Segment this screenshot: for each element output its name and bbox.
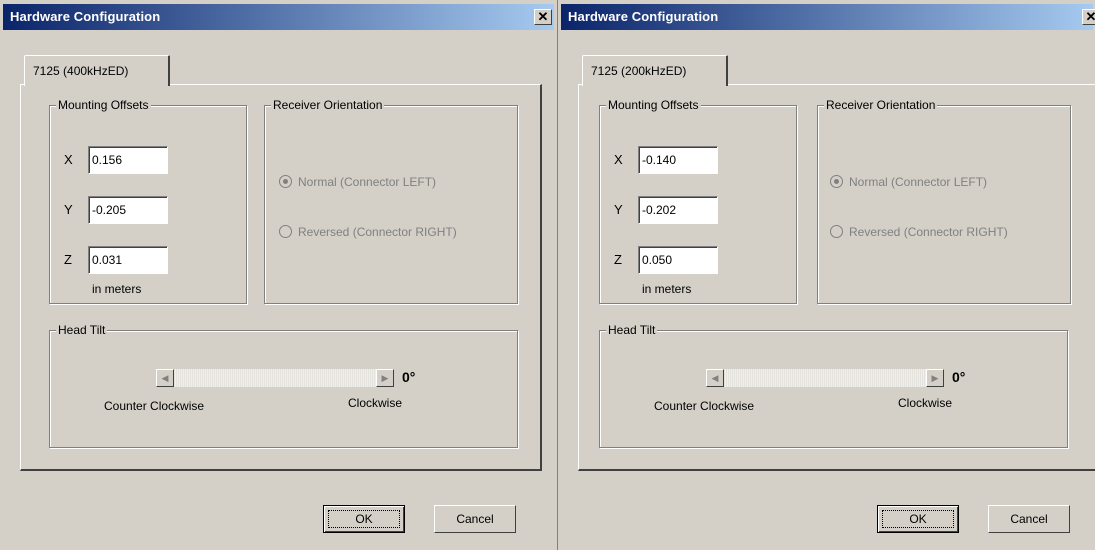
tab-7125-400khz[interactable]: 7125 (400kHzED) — [24, 55, 170, 86]
radio-reversed-connector-right[interactable]: Reversed (Connector RIGHT) — [830, 225, 1008, 239]
counter-clockwise-label: Counter Clockwise — [104, 399, 205, 413]
z-offset-input[interactable] — [638, 246, 718, 274]
y-label: Y — [614, 202, 623, 217]
head-tilt-value: 0° — [402, 369, 416, 385]
x-label: X — [614, 152, 623, 167]
units-label: in meters — [92, 282, 142, 296]
head-tilt-group: Head Tilt ◀ ▶ 0° Counter Clockwise Clock… — [599, 323, 1068, 448]
radio-unselected-icon — [279, 225, 292, 238]
ok-label: OK — [328, 510, 400, 528]
dialog-title: Hardware Configuration — [568, 9, 719, 24]
hardware-config-dialog-200khz: Hardware Configuration ✕ 7125 (200kHzED)… — [557, 0, 1095, 550]
tab-label: 7125 (400kHzED) — [33, 64, 129, 78]
receiver-orientation-legend: Receiver Orientation — [271, 98, 385, 112]
radio-reversed-connector-right[interactable]: Reversed (Connector RIGHT) — [279, 225, 457, 239]
radio-normal-connector-left[interactable]: Normal (Connector LEFT) — [279, 175, 436, 189]
tab-panel: Mounting Offsets X Y Z in meters Receive… — [578, 84, 1095, 471]
receiver-orientation-group: Receiver Orientation Normal (Connector L… — [817, 98, 1071, 304]
dialog-title: Hardware Configuration — [10, 9, 161, 24]
head-tilt-slider[interactable]: ◀ ▶ — [156, 369, 394, 387]
head-tilt-slider[interactable]: ◀ ▶ — [706, 369, 944, 387]
radio-reversed-label: Reversed (Connector RIGHT) — [298, 225, 457, 239]
head-tilt-value: 0° — [952, 369, 966, 385]
radio-reversed-label: Reversed (Connector RIGHT) — [849, 225, 1008, 239]
z-offset-input[interactable] — [88, 246, 168, 274]
z-label: Z — [64, 252, 72, 267]
hardware-config-dialog-400khz: Hardware Configuration ✕ 7125 (400kHzED)… — [0, 0, 557, 550]
head-tilt-legend: Head Tilt — [606, 323, 658, 337]
mounting-offsets-legend: Mounting Offsets — [606, 98, 701, 112]
cancel-button[interactable]: Cancel — [988, 505, 1070, 533]
y-offset-input[interactable] — [638, 196, 718, 224]
units-label: in meters — [642, 282, 692, 296]
x-offset-input[interactable] — [88, 146, 168, 174]
cancel-button[interactable]: Cancel — [434, 505, 516, 533]
mounting-offsets-legend: Mounting Offsets — [56, 98, 151, 112]
radio-normal-connector-left[interactable]: Normal (Connector LEFT) — [830, 175, 987, 189]
tab-label: 7125 (200kHzED) — [591, 64, 687, 78]
mounting-offsets-group: Mounting Offsets X Y Z in meters — [599, 98, 797, 304]
radio-selected-icon — [830, 175, 843, 188]
ok-button[interactable]: OK — [877, 505, 959, 533]
x-offset-input[interactable] — [638, 146, 718, 174]
title-bar[interactable]: Hardware Configuration ✕ — [3, 4, 554, 30]
x-label: X — [64, 152, 73, 167]
receiver-orientation-group: Receiver Orientation Normal (Connector L… — [264, 98, 518, 304]
y-label: Y — [64, 202, 73, 217]
y-offset-input[interactable] — [88, 196, 168, 224]
z-label: Z — [614, 252, 622, 267]
close-icon[interactable]: ✕ — [1082, 9, 1095, 25]
title-bar[interactable]: Hardware Configuration ✕ — [561, 4, 1095, 30]
radio-normal-label: Normal (Connector LEFT) — [849, 175, 988, 189]
radio-selected-icon — [279, 175, 292, 188]
clockwise-label: Clockwise — [348, 396, 403, 410]
scroll-left-icon[interactable]: ◀ — [156, 369, 174, 387]
mounting-offsets-group: Mounting Offsets X Y Z in meters — [49, 98, 247, 304]
tab-panel: Mounting Offsets X Y Z in meters Receive… — [20, 84, 542, 471]
receiver-orientation-legend: Receiver Orientation — [824, 98, 938, 112]
radio-unselected-icon — [830, 225, 843, 238]
ok-button[interactable]: OK — [323, 505, 405, 533]
head-tilt-group: Head Tilt ◀ ▶ 0° Counter Clockwise Clock… — [49, 323, 518, 448]
scroll-right-icon[interactable]: ▶ — [376, 369, 394, 387]
clockwise-label: Clockwise — [898, 396, 953, 410]
radio-normal-label: Normal (Connector LEFT) — [298, 175, 437, 189]
ok-label: OK — [882, 510, 954, 528]
head-tilt-legend: Head Tilt — [56, 323, 108, 337]
scroll-right-icon[interactable]: ▶ — [926, 369, 944, 387]
scroll-left-icon[interactable]: ◀ — [706, 369, 724, 387]
close-icon[interactable]: ✕ — [534, 9, 552, 25]
counter-clockwise-label: Counter Clockwise — [654, 399, 755, 413]
tab-7125-200khz[interactable]: 7125 (200kHzED) — [582, 55, 728, 86]
